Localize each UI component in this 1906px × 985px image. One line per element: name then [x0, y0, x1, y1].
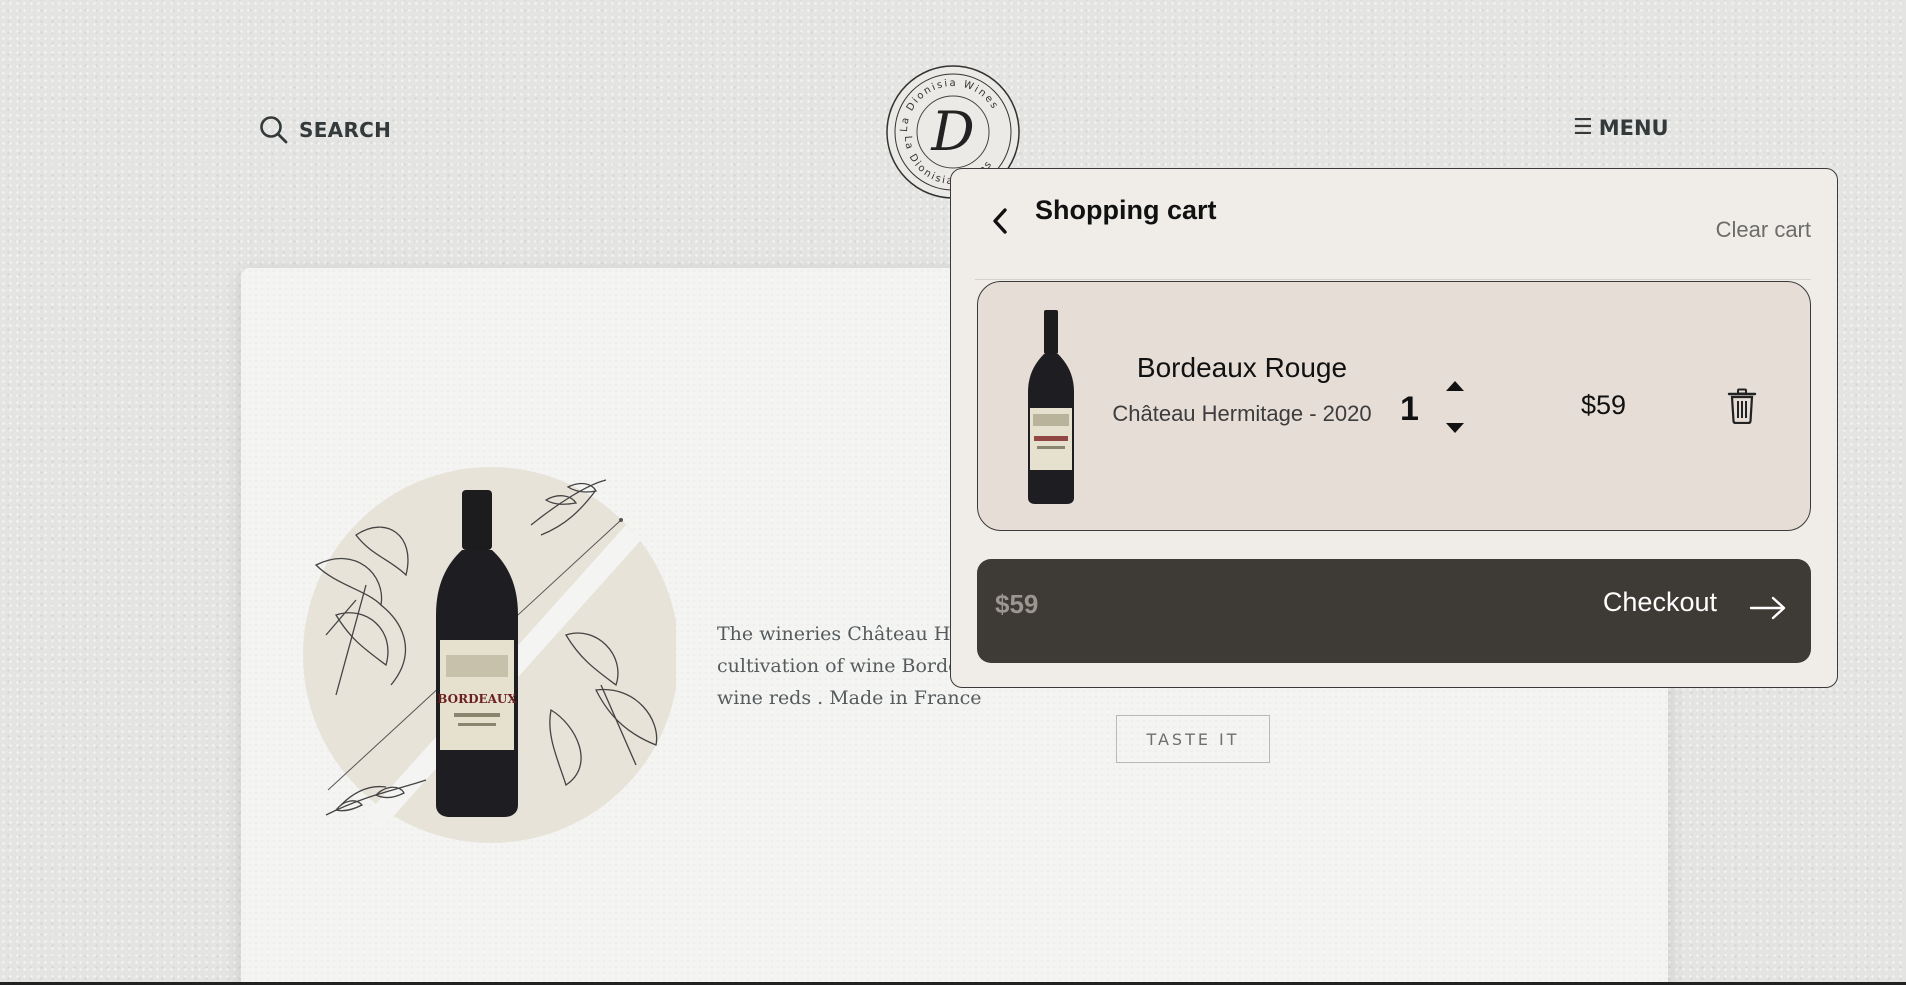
remove-item-button[interactable] — [1727, 388, 1757, 428]
menu-button[interactable]: ☰ MENU — [1573, 116, 1669, 140]
cart-item-price: $59 — [1581, 390, 1627, 420]
caret-down-icon — [1446, 423, 1464, 433]
cart-item-quantity: 1 — [1400, 390, 1419, 428]
search-label: SEARCH — [299, 118, 392, 142]
cart-item: Bordeaux Rouge Château Hermitage - 2020 … — [977, 281, 1811, 531]
product-illustration: BORDEAUX — [296, 465, 679, 845]
bottle-label-text: BORDEAUX — [437, 692, 517, 706]
search-button[interactable]: SEARCH — [259, 115, 391, 145]
back-button[interactable] — [991, 206, 1009, 240]
cart-title: Shopping cart — [1035, 195, 1217, 225]
cart-item-name: Bordeaux Rouge — [1136, 352, 1348, 383]
menu-label: MENU — [1598, 116, 1669, 140]
chevron-left-icon — [993, 208, 1007, 234]
checkout-total: $59 — [995, 589, 1039, 619]
cart-item-image — [1022, 310, 1080, 504]
caret-up-icon — [1446, 381, 1464, 391]
checkout-button[interactable]: $59 Checkout — [977, 559, 1811, 663]
hamburger-icon: ☰ — [1573, 115, 1593, 140]
search-icon — [260, 116, 288, 144]
quantity-increase-button[interactable] — [1444, 378, 1466, 392]
taste-it-button[interactable]: TASTE IT — [1116, 715, 1270, 763]
cart-divider — [975, 279, 1811, 280]
quantity-decrease-button[interactable] — [1444, 420, 1466, 434]
logo-monogram: D — [930, 100, 974, 163]
shopping-cart-panel: Shopping cart Clear cart Bordeaux Rouge … — [950, 168, 1838, 688]
checkout-label: Checkout — [1602, 587, 1717, 617]
clear-cart-button[interactable]: Clear cart — [1716, 217, 1811, 243]
cart-item-subtitle: Château Hermitage - 2020 — [1112, 401, 1372, 426]
trash-icon — [1727, 388, 1757, 425]
arrow-right-icon — [1749, 595, 1787, 625]
